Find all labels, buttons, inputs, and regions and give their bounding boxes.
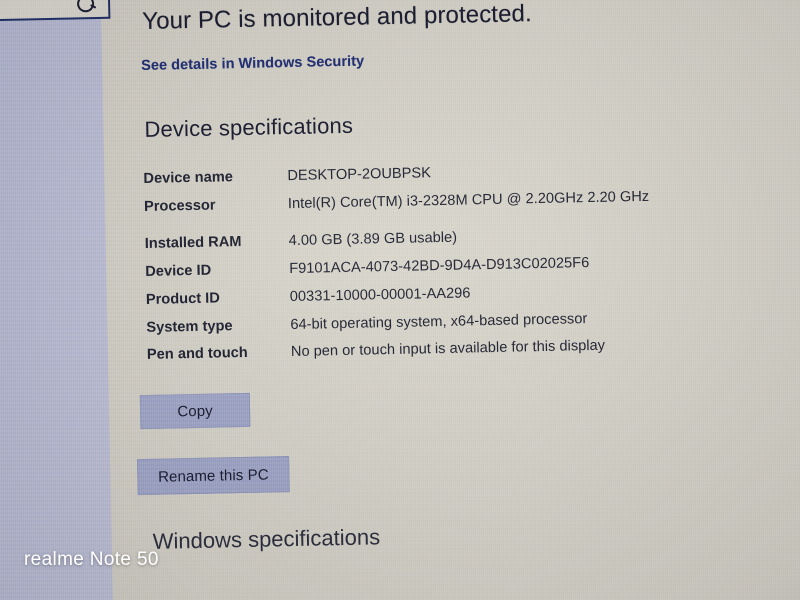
search-icon: [75, 0, 97, 15]
spec-label: Device name: [143, 169, 234, 187]
copy-button[interactable]: Copy: [139, 392, 251, 430]
rename-this-pc-button[interactable]: Rename this PC: [137, 456, 290, 496]
spec-label: Processor: [143, 197, 216, 215]
spec-label: Product ID: [145, 290, 220, 308]
security-status-headline: Your PC is monitored and protected.: [141, 0, 532, 35]
windows-security-details-link[interactable]: See details in Windows Security: [141, 54, 364, 74]
spec-label: Installed RAM: [144, 234, 242, 253]
spec-label: Pen and touch: [146, 345, 248, 364]
search-input[interactable]: [0, 0, 111, 22]
spec-label: Device ID: [145, 262, 212, 281]
about-page-body: Your PC is monitored and protected. See …: [137, 0, 791, 555]
photographed-screen: Your PC is monitored and protected. See …: [0, 0, 800, 600]
spec-label: System type: [146, 317, 233, 336]
device-specifications-heading: Device specifications: [144, 112, 354, 142]
device-specifications-table: Device name DESKTOP-2OUBPSK Processor In…: [143, 156, 787, 373]
